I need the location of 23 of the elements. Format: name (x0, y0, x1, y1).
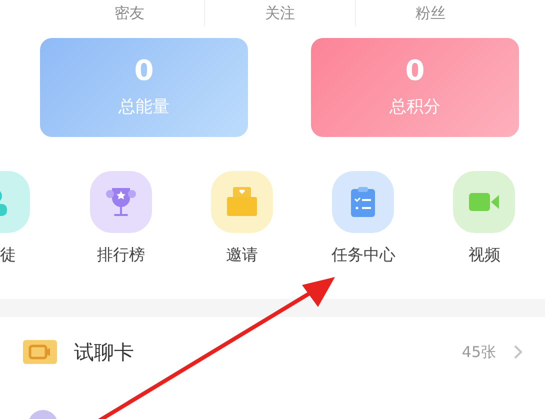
card-label: 总积分 (390, 96, 440, 118)
row-label: 试聊卡 (74, 338, 135, 366)
card-value: 0 (405, 57, 425, 85)
trophy-icon[interactable] (90, 171, 152, 233)
stat-label: 关注 (264, 4, 295, 22)
ticket-icon (23, 340, 57, 364)
shortcut-label: 任务中心 (331, 245, 396, 265)
card-label: 总能量 (118, 96, 170, 118)
clipboard-icon[interactable] (332, 171, 394, 233)
shortcut-label: 徒 (0, 245, 16, 265)
summary-card[interactable]: 0 总积分 (311, 38, 519, 137)
chevron-right-icon (513, 344, 523, 360)
shortcut-label: 视频 (468, 245, 500, 265)
stat-label: 密友 (114, 4, 145, 22)
shortcut-label: 排行榜 (97, 245, 146, 265)
shortcut-label: 邀请 (226, 245, 258, 265)
list-row[interactable]: 试聊卡 45张 (0, 317, 545, 387)
stat-label: 粉丝 (415, 4, 446, 22)
row-value: 45张 (462, 342, 496, 362)
envelope-icon[interactable] (211, 171, 274, 233)
summary-card[interactable]: 0 总能量 (40, 38, 248, 137)
video-camera-icon[interactable] (453, 171, 516, 233)
card-value: 0 (134, 57, 154, 85)
